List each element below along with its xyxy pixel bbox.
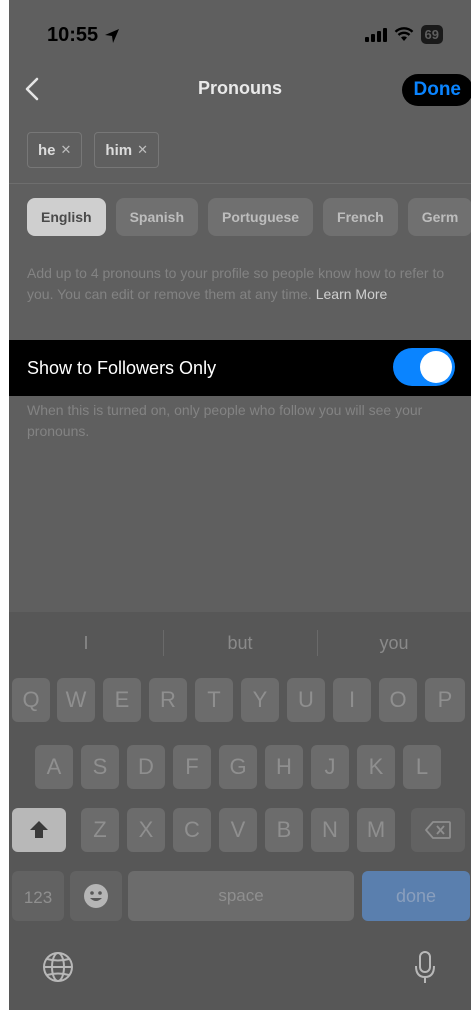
nav-bar: Pronouns Done (9, 72, 471, 106)
status-bar: 10:55 69 (9, 22, 471, 52)
wifi-icon (394, 27, 413, 41)
tab-french[interactable]: French (323, 198, 398, 236)
remove-icon[interactable]: ✕ (137, 142, 148, 158)
done-button[interactable]: Done (401, 74, 471, 106)
key-row-3: Z X C V B N M (9, 808, 471, 852)
followers-only-help: When this is turned on, only people who … (27, 402, 423, 439)
backspace-icon (425, 821, 451, 839)
key-r[interactable]: R (149, 678, 187, 722)
key-c[interactable]: C (173, 808, 211, 852)
shift-key[interactable] (12, 808, 66, 852)
space-bar[interactable]: space (128, 871, 354, 921)
key-i[interactable]: I (333, 678, 371, 722)
shift-icon (30, 821, 48, 838)
key-f[interactable]: F (173, 745, 211, 789)
tab-english[interactable]: English (27, 198, 106, 236)
key-n[interactable]: N (311, 808, 349, 852)
key-p[interactable]: P (425, 678, 465, 722)
pronoun-chip-label: him (105, 141, 133, 159)
pronoun-chip-label: he (38, 141, 56, 159)
numbers-key[interactable]: 123 (12, 871, 64, 921)
key-row-2: A S D F G H J K L (9, 745, 471, 789)
keyboard-bottom-bar (9, 950, 471, 986)
divider (9, 183, 471, 184)
globe-icon[interactable] (41, 950, 75, 984)
key-m[interactable]: M (357, 808, 395, 852)
cellular-signal-icon (364, 27, 387, 42)
key-j[interactable]: J (311, 745, 349, 789)
status-time-group: 10:55 (47, 24, 120, 47)
pronouns-info: Add up to 4 pronouns to your profile so … (27, 263, 447, 305)
language-tabs: English Spanish Portuguese French Germ (27, 198, 471, 236)
key-v[interactable]: V (219, 808, 257, 852)
microphone-icon[interactable] (413, 950, 437, 986)
key-g[interactable]: G (219, 745, 257, 789)
tab-german[interactable]: Germ (407, 198, 471, 236)
key-x[interactable]: X (127, 808, 165, 852)
key-b[interactable]: B (265, 808, 303, 852)
emoji-key[interactable] (70, 871, 122, 921)
status-time: 10:55 (47, 24, 99, 46)
key-u[interactable]: U (287, 678, 325, 722)
key-row-1: Q W E R T Y U I O P (9, 678, 471, 722)
suggestion-item[interactable]: but (163, 612, 317, 674)
key-z[interactable]: Z (81, 808, 119, 852)
delete-key[interactable] (411, 808, 465, 852)
key-o[interactable]: O (379, 678, 417, 722)
battery-icon: 69 (420, 25, 443, 44)
learn-more-link[interactable]: Learn More (316, 286, 388, 302)
suggestion-item[interactable]: you (317, 612, 471, 674)
pronoun-chip[interactable]: he ✕ (27, 132, 83, 168)
key-l[interactable]: L (403, 745, 441, 789)
suggestion-bar: I but you (9, 612, 471, 674)
pronoun-chips: he ✕ him ✕ (27, 132, 159, 168)
status-right: 69 (364, 25, 443, 44)
remove-icon[interactable]: ✕ (61, 142, 72, 158)
phone-screen: 10:55 69 Pronouns Done he ✕ him ✕ Englis… (9, 0, 471, 1010)
key-h[interactable]: H (265, 745, 303, 789)
key-a[interactable]: A (35, 745, 73, 789)
numbers-key-label: 123 (23, 888, 53, 907)
key-q[interactable]: Q (12, 678, 50, 722)
tab-portuguese[interactable]: Portuguese (208, 198, 314, 236)
tab-spanish[interactable]: Spanish (115, 198, 199, 236)
keyboard: I but you Q W E R T Y U I O P A S D F G … (9, 612, 471, 1010)
key-k[interactable]: K (357, 745, 395, 789)
key-d[interactable]: D (127, 745, 165, 789)
key-row-4: 123 space done (9, 871, 471, 921)
key-t[interactable]: T (195, 678, 233, 722)
done-key[interactable]: done (362, 871, 470, 921)
location-arrow-icon (105, 28, 120, 43)
pronoun-chip[interactable]: him ✕ (94, 132, 159, 168)
toggle-knob (420, 351, 452, 383)
followers-only-toggle[interactable] (393, 348, 455, 386)
key-s[interactable]: S (81, 745, 119, 789)
emoji-icon (84, 884, 108, 908)
followers-only-row[interactable]: Show to Followers Only (9, 340, 471, 396)
followers-only-label: Show to Followers Only (27, 358, 217, 378)
key-w[interactable]: W (57, 678, 95, 722)
key-y[interactable]: Y (241, 678, 279, 722)
suggestion-item[interactable]: I (9, 612, 163, 674)
key-e[interactable]: E (103, 678, 141, 722)
